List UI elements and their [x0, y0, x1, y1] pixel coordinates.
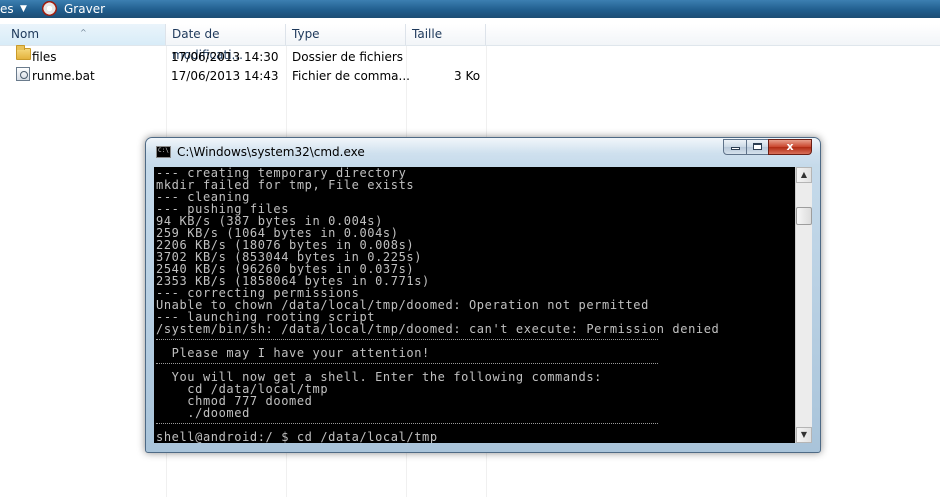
close-icon: x [786, 140, 794, 153]
column-header-name-label: Nom [11, 27, 40, 41]
file-row-files[interactable]: files 17/06/2013 14:30 Dossier de fichie… [10, 45, 490, 66]
console-separator [156, 423, 658, 424]
column-header-type[interactable]: Type [286, 24, 406, 45]
scroll-up-arrow-icon[interactable]: ▲ [796, 167, 812, 183]
file-name: runme.bat [32, 69, 95, 83]
console-instructions: You will now get a shell. Enter the foll… [171, 370, 603, 420]
folder-icon [16, 45, 31, 60]
minimize-button[interactable] [723, 139, 747, 155]
column-header-name[interactable]: ^ Nom [0, 24, 166, 45]
file-size: 3 Ko [454, 69, 481, 83]
console-prompt[interactable]: shell@android:/ $ cd /data/local/tmp [156, 431, 438, 443]
console-separator [156, 339, 658, 340]
console-output[interactable]: --- creating temporary directory mkdir f… [154, 167, 795, 443]
close-button[interactable]: x [768, 139, 812, 155]
column-header-bar: ^ Nom Date de modificati... Type Taille [0, 24, 940, 62]
file-name: files [32, 50, 57, 64]
cmd-title-bar[interactable]: C:\Windows\system32\cmd.exe [146, 138, 820, 166]
explorer-toolbar: es ▼ Graver [0, 0, 940, 18]
sort-ascending-icon: ^ [80, 28, 87, 37]
file-row-runme[interactable]: runme.bat 17/06/2013 14:43 Fichier de co… [10, 67, 490, 85]
scroll-down-arrow-icon[interactable]: ▼ [796, 427, 812, 443]
cmd-window-title: C:\Windows\system32\cmd.exe [177, 145, 365, 159]
maximize-icon [753, 143, 762, 150]
file-date: 17/06/2013 14:30 [171, 50, 279, 64]
maximize-button[interactable] [746, 139, 769, 155]
cmd-window[interactable]: C:\Windows\system32\cmd.exe x --- creati… [145, 137, 821, 453]
file-type: Fichier de comma... [292, 69, 410, 83]
burn-button[interactable]: Graver [64, 0, 105, 18]
scrollbar-thumb[interactable] [796, 207, 812, 225]
console-output-log: --- creating temporary directory mkdir f… [156, 167, 720, 336]
file-type: Dossier de fichiers [292, 50, 404, 64]
minimize-icon [730, 147, 740, 150]
organize-menu-label[interactable]: es [0, 0, 14, 18]
console-separator [156, 363, 658, 364]
console-attention-message: Please may I have your attention! [156, 346, 430, 360]
console-scrollbar[interactable]: ▲ ▼ [795, 167, 812, 443]
column-header-size[interactable]: Taille [406, 24, 486, 45]
burn-disc-icon [42, 1, 57, 16]
column-header-date[interactable]: Date de modificati... [166, 24, 286, 62]
console-icon[interactable] [156, 146, 171, 158]
chevron-down-icon[interactable]: ▼ [20, 0, 27, 18]
bat-file-icon [16, 67, 30, 81]
file-date: 17/06/2013 14:43 [171, 69, 279, 83]
